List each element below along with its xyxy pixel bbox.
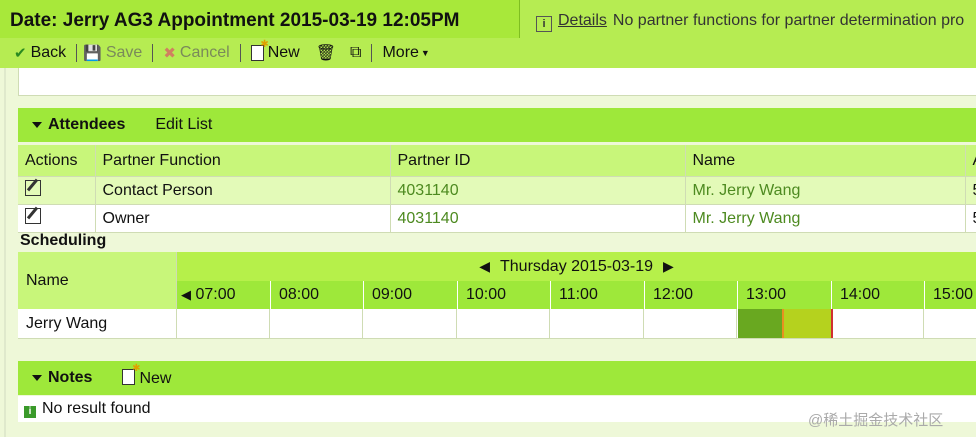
collapse-icon[interactable] <box>32 375 42 381</box>
edit-icon[interactable] <box>25 208 41 224</box>
column-header[interactable]: Name <box>685 145 966 177</box>
message-bar: i Details No partner functions for partner… <box>526 6 976 36</box>
column-header[interactable]: A <box>965 145 976 177</box>
hour-cell: 13:00 <box>737 281 831 309</box>
notes-header: Notes New <box>18 361 976 395</box>
scheduling-title: Scheduling <box>20 232 107 249</box>
appointment-block[interactable] <box>782 309 833 338</box>
cancel-icon: ✖ <box>163 45 176 62</box>
edit-icon[interactable] <box>25 180 41 196</box>
time-slot[interactable] <box>177 309 270 338</box>
table-row[interactable]: Owner 4031140 Mr. Jerry Wang 5 <box>18 204 976 233</box>
info-icon: i <box>536 16 552 32</box>
new-label: New <box>267 44 300 61</box>
toolbar-separator <box>76 44 78 62</box>
details-card-bottom <box>18 68 976 96</box>
more-label: More <box>382 44 419 61</box>
column-header[interactable]: Partner ID <box>390 145 686 177</box>
save-label: Save <box>105 44 143 61</box>
actions-cell <box>18 176 96 205</box>
partner-function-cell: Contact Person <box>95 176 391 205</box>
time-slot[interactable] <box>924 309 976 338</box>
attendees-header: Attendees Edit List <box>18 108 976 142</box>
table-header-row: Actions Partner Function Partner ID Name… <box>18 145 976 177</box>
new-document-icon <box>250 39 269 61</box>
time-slot[interactable] <box>457 309 550 338</box>
save-button[interactable]: 💾 Save <box>83 44 142 62</box>
extra-cell: 5 <box>965 176 976 205</box>
busy-block[interactable] <box>738 309 784 338</box>
more-button[interactable]: More ▼ <box>382 44 429 62</box>
hours-row: ◀ 07:00 08:00 09:00 10:00 11:00 12:00 13… <box>177 281 976 309</box>
info-icon: i <box>24 406 36 418</box>
next-day-icon[interactable]: ▶ <box>663 252 674 281</box>
empty-message: No result found <box>42 400 151 417</box>
left-border <box>4 68 6 437</box>
partner-id-link[interactable]: 4031140 <box>390 204 686 233</box>
hour-cell: 09:00 <box>363 281 457 309</box>
hour-cell: 12:00 <box>644 281 737 309</box>
page-title: Date: Jerry AG3 Appointment 2015-03-19 1… <box>0 0 520 41</box>
time-slot[interactable] <box>550 309 644 338</box>
toolbar: ✔Back 💾Save ✖Cancel New 🗑 ⧉ More▼ <box>0 38 976 68</box>
back-label: Back <box>30 44 67 61</box>
attendees-title: Attendees <box>48 116 126 133</box>
copy-button[interactable]: ⧉ <box>350 44 361 62</box>
time-slot[interactable] <box>363 309 457 338</box>
dropdown-icon: ▼ <box>420 48 430 58</box>
name-link[interactable]: Mr. Jerry Wang <box>685 204 966 233</box>
hour-cell: 14:00 <box>831 281 924 309</box>
hour-cell: 10:00 <box>457 281 550 309</box>
time-slot[interactable] <box>270 309 363 338</box>
time-slot[interactable] <box>831 309 924 338</box>
partner-function-cell: Owner <box>95 204 391 233</box>
attendees-table: Actions Partner Function Partner ID Name… <box>18 145 976 233</box>
name-header: Name <box>18 252 177 309</box>
hour-cell: ◀ 07:00 <box>181 286 236 303</box>
column-header[interactable]: Partner Function <box>95 145 391 177</box>
attendee-name: Jerry Wang <box>18 309 177 338</box>
trash-icon: 🗑 <box>315 45 337 62</box>
hour-cell: 15:00 <box>924 281 976 309</box>
details-link[interactable]: Details <box>558 12 607 29</box>
date-label: Thursday 2015-03-19 <box>500 258 653 275</box>
earlier-icon[interactable]: ◀ <box>181 287 191 302</box>
new-note-button[interactable]: New <box>122 363 172 388</box>
new-note-label: New <box>139 369 172 387</box>
hour-cell: 08:00 <box>270 281 363 309</box>
save-icon: 💾 <box>83 45 102 62</box>
delete-button[interactable]: 🗑 <box>316 43 336 63</box>
collapse-icon[interactable] <box>32 122 42 128</box>
toolbar-separator <box>239 44 241 62</box>
table-row[interactable]: Contact Person 4031140 Mr. Jerry Wang 5 <box>18 176 976 205</box>
cancel-label: Cancel <box>179 44 230 61</box>
hour-cell: 11:00 <box>550 281 644 309</box>
name-link[interactable]: Mr. Jerry Wang <box>685 176 966 205</box>
partner-id-link[interactable]: 4031140 <box>390 176 686 205</box>
cancel-button[interactable]: ✖ Cancel <box>163 44 229 62</box>
time-slot[interactable] <box>644 309 737 338</box>
schedule-row: Jerry Wang <box>18 309 976 339</box>
scheduling-grid: Name ◀ Thursday 2015-03-19 ▶ ◀ 07:00 08:00… <box>18 252 976 339</box>
message-text: No partner functions for partner determi… <box>612 12 965 29</box>
toolbar-separator <box>371 44 373 62</box>
actions-cell <box>18 204 96 233</box>
checkmark-icon: ✔ <box>14 45 27 62</box>
notes-title: Notes <box>48 369 93 386</box>
copy-icon: ⧉ <box>350 44 362 61</box>
day-header: ◀ Thursday 2015-03-19 ▶ <box>177 252 976 281</box>
toolbar-separator <box>152 44 154 62</box>
new-button[interactable]: New <box>250 39 300 62</box>
back-button[interactable]: ✔ Back <box>14 44 66 62</box>
watermark: @稀土掘金技术社区 <box>808 412 944 429</box>
column-header[interactable]: Actions <box>18 145 96 177</box>
title-bar: Date: Jerry AG3 Appointment 2015-03-19 1… <box>0 0 976 41</box>
new-document-icon <box>122 363 140 385</box>
extra-cell: 5 <box>965 204 976 233</box>
edit-list-button[interactable]: Edit List <box>155 116 212 134</box>
previous-day-icon[interactable]: ◀ <box>479 252 490 281</box>
